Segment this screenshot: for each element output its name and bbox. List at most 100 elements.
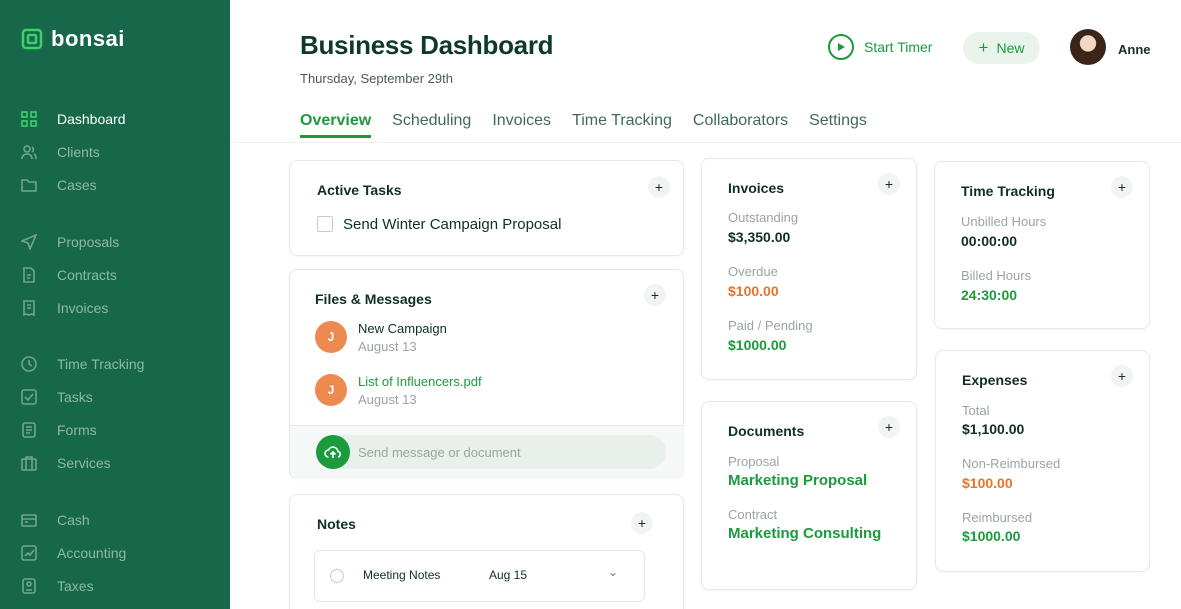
grid-icon [21, 111, 37, 127]
overdue-value: $100.00 [728, 283, 779, 299]
add-document-button[interactable]: + [878, 416, 900, 438]
non-reimbursed-label: Non-Reimbursed [962, 456, 1061, 471]
card-title: Files & Messages [315, 291, 432, 307]
header-divider [230, 142, 1181, 143]
add-expense-button[interactable]: + [1111, 365, 1133, 387]
expenses-card: Expenses + Total $1,100.00 Non-Reimburse… [935, 350, 1150, 572]
tab-invoices[interactable]: Invoices [492, 112, 551, 138]
sidebar-item-label: Cases [57, 177, 97, 193]
note-radio[interactable] [330, 569, 344, 583]
message-bar: Send message or document [290, 425, 684, 479]
billed-hours-value: 24:30:00 [961, 287, 1018, 303]
outstanding-label: Outstanding [728, 210, 799, 225]
reimbursed-value: $1000.00 [962, 528, 1021, 544]
chart-icon [21, 545, 37, 561]
sidebar-item-label: Invoices [57, 300, 109, 316]
sidebar-item-cases[interactable]: Cases [21, 175, 97, 195]
tab-collaborators[interactable]: Collaborators [693, 112, 788, 138]
new-button[interactable]: + New [963, 32, 1040, 64]
task-label: Send Winter Campaign Proposal [343, 216, 562, 233]
card-title: Documents [728, 423, 805, 439]
play-icon [828, 34, 854, 60]
send-icon [21, 234, 37, 250]
add-note-button[interactable]: + [631, 512, 653, 534]
sidebar-item-invoices[interactable]: Invoices [21, 298, 108, 318]
avatar[interactable] [1070, 29, 1106, 65]
file-name[interactable]: New Campaign [358, 321, 447, 336]
sidebar-item-label: Tasks [57, 389, 93, 405]
card-title: Invoices [728, 180, 785, 196]
non-reimbursed-value: $100.00 [962, 475, 1013, 491]
tab-time-tracking[interactable]: Time Tracking [572, 112, 672, 138]
start-timer-button[interactable]: Start Timer [828, 34, 932, 60]
card-title: Active Tasks [317, 182, 402, 198]
brand-name: bonsai [51, 26, 125, 51]
avatar: J [315, 321, 347, 353]
sidebar-item-services[interactable]: Services [21, 453, 111, 473]
chevron-down-icon[interactable]: ⌄ [608, 565, 618, 579]
sidebar-item-time-tracking[interactable]: Time Tracking [21, 354, 144, 374]
sidebar-item-proposals[interactable]: Proposals [21, 232, 119, 252]
sidebar: bonsai Dashboard Clients Cases Proposals… [0, 0, 230, 609]
sidebar-item-accounting[interactable]: Accounting [21, 543, 126, 563]
users-icon [21, 145, 37, 160]
outstanding-value: $3,350.00 [728, 229, 791, 245]
paid-pending-value: $1000.00 [728, 337, 787, 353]
brand-logo[interactable]: bonsai [21, 26, 125, 52]
wallet-icon [21, 514, 37, 527]
sidebar-item-forms[interactable]: Forms [21, 420, 97, 440]
total-label: Total [962, 403, 990, 418]
card-title: Notes [317, 516, 356, 532]
contract-label: Contract [728, 507, 778, 522]
folder-icon [21, 179, 37, 192]
invoice-icon [23, 300, 35, 316]
proposal-label: Proposal [728, 454, 780, 469]
start-timer-label: Start Timer [864, 39, 933, 55]
active-tasks-card: Active Tasks + Send Winter Campaign Prop… [289, 160, 684, 256]
unbilled-hours-label: Unbilled Hours [961, 214, 1047, 229]
sidebar-item-label: Dashboard [57, 111, 126, 127]
sidebar-item-cash[interactable]: Cash [21, 510, 90, 530]
note-row[interactable]: Meeting Notes Aug 15 ⌄ [314, 550, 645, 602]
file-name[interactable]: List of Influencers.pdf [358, 374, 482, 389]
tab-scheduling[interactable]: Scheduling [392, 112, 471, 138]
card-title: Expenses [962, 372, 1028, 388]
add-time-button[interactable]: + [1111, 176, 1133, 198]
tab-overview[interactable]: Overview [300, 112, 372, 138]
sidebar-item-taxes[interactable]: Taxes [21, 576, 94, 596]
briefcase-icon [21, 456, 37, 471]
plus-icon: + [978, 38, 989, 57]
sidebar-item-clients[interactable]: Clients [21, 142, 100, 162]
files-messages-card: Files & Messages + J New Campaign August… [289, 269, 684, 479]
card-title: Time Tracking [961, 183, 1055, 199]
new-button-label: New [996, 40, 1025, 56]
user-name[interactable]: Anne [1118, 42, 1151, 57]
add-invoice-button[interactable]: + [878, 173, 900, 195]
sidebar-item-label: Proposals [57, 234, 120, 250]
tax-icon [22, 578, 36, 594]
note-date: Aug 15 [489, 568, 528, 582]
total-value: $1,100.00 [962, 421, 1025, 437]
billed-hours-label: Billed Hours [961, 268, 1032, 283]
message-input[interactable]: Send message or document [316, 435, 666, 469]
page-date: Thursday, September 29th [300, 71, 453, 86]
form-icon [22, 422, 36, 438]
reimbursed-label: Reimbursed [962, 510, 1033, 525]
check-square-icon [21, 389, 37, 405]
page-title: Business Dashboard [300, 30, 554, 60]
sidebar-item-tasks[interactable]: Tasks [21, 387, 93, 407]
add-file-button[interactable]: + [644, 284, 666, 306]
sidebar-item-dashboard[interactable]: Dashboard [21, 109, 126, 129]
sidebar-item-label: Forms [57, 422, 97, 438]
upload-cloud-icon[interactable] [316, 435, 350, 469]
notes-card: Notes + Meeting Notes Aug 15 ⌄ [289, 494, 684, 609]
paid-pending-label: Paid / Pending [728, 318, 813, 333]
proposal-link[interactable]: Marketing Proposal [728, 472, 867, 489]
sidebar-item-contracts[interactable]: Contracts [21, 265, 117, 285]
contract-link[interactable]: Marketing Consulting [728, 525, 881, 542]
sidebar-item-label: Cash [57, 512, 90, 528]
message-placeholder: Send message or document [358, 445, 521, 460]
tab-settings[interactable]: Settings [809, 112, 867, 138]
task-checkbox[interactable] [317, 216, 333, 232]
add-task-button[interactable]: + [648, 176, 670, 198]
